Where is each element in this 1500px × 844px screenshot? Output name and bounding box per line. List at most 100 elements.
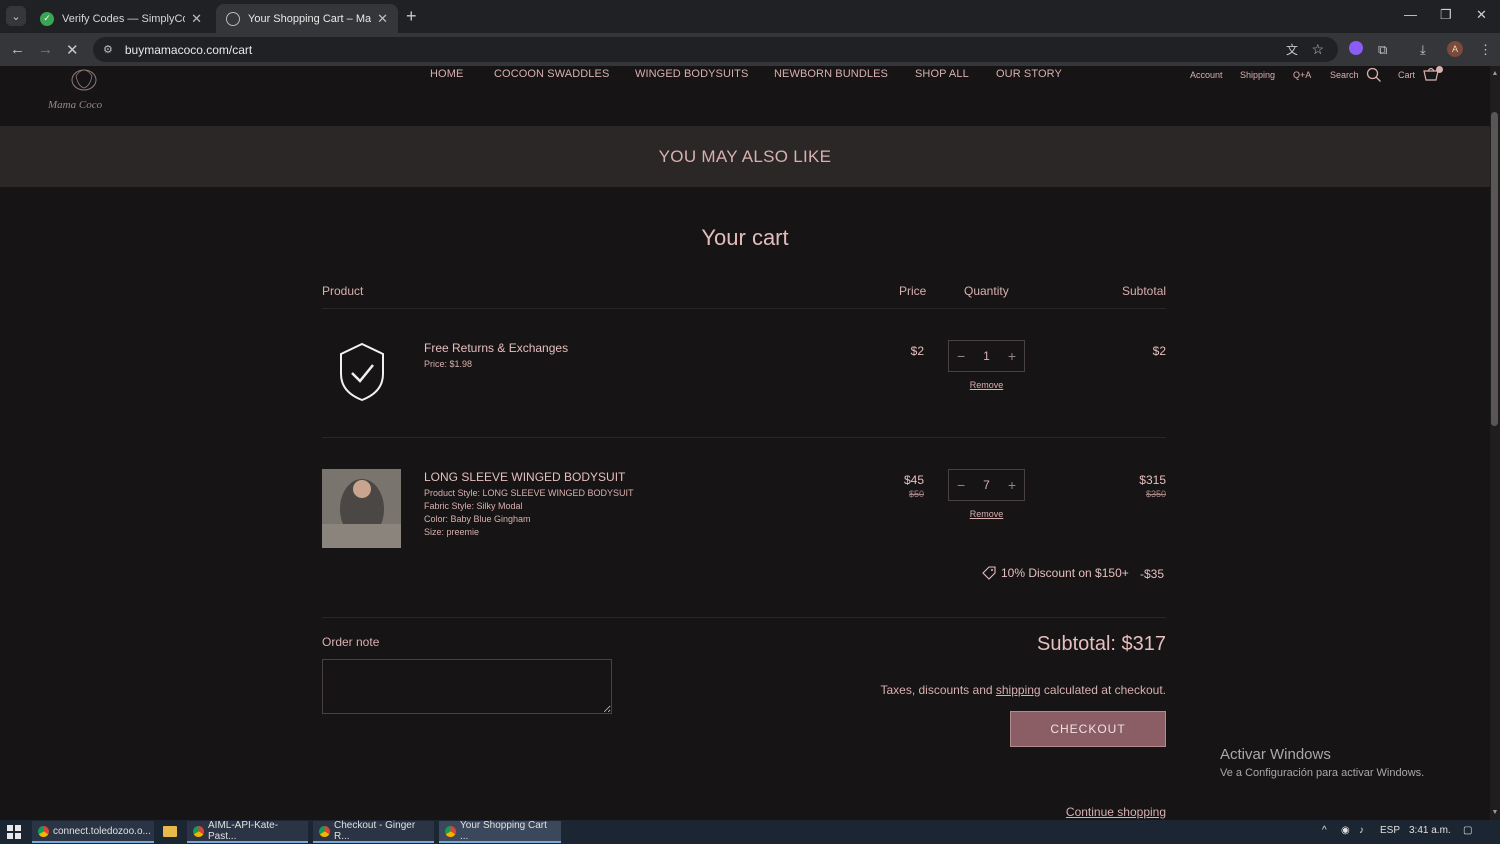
product-title[interactable]: Free Returns & Exchanges	[424, 341, 568, 355]
product-meta: Size: preemie	[424, 527, 480, 537]
close-icon[interactable]: ✕	[377, 11, 388, 27]
nav-home[interactable]: HOME	[430, 68, 463, 80]
minus-icon[interactable]: −	[957, 477, 965, 493]
forward-icon[interactable]: →	[38, 41, 53, 58]
search-icon[interactable]	[1366, 67, 1382, 83]
shipping-link[interactable]: Shipping	[1240, 70, 1275, 80]
remove-button[interactable]: Remove	[948, 509, 1025, 519]
taxes-suffix: calculated at checkout.	[1040, 683, 1166, 697]
download-icon[interactable]: ⤓	[1420, 42, 1426, 58]
minimize-icon[interactable]: —	[1404, 7, 1417, 22]
checkout-button[interactable]: CHECKOUT	[1010, 711, 1166, 747]
product-meta: Product Style: LONG SLEEVE WINGED BODYSU…	[424, 488, 634, 498]
divider	[322, 437, 1166, 438]
windows-start-icon[interactable]	[7, 825, 21, 839]
quantity-input[interactable]: 1	[983, 349, 990, 363]
header-product: Product	[322, 284, 364, 298]
tab-title: Your Shopping Cart – Mama Co	[248, 12, 372, 25]
browser-tab-bar: ⌄ ✓ Verify Codes — SimplyCodes ✕ Your Sh…	[0, 0, 1500, 33]
product-meta: Fabric Style: Silky Modal	[424, 501, 523, 511]
account-link[interactable]: Account	[1190, 70, 1223, 80]
taskbar-app[interactable]: Checkout - Ginger R...	[313, 820, 434, 843]
nav-newborn-bundles[interactable]: NEWBORN BUNDLES	[774, 68, 888, 80]
window-close-icon[interactable]: ✕	[1476, 7, 1487, 23]
nav-cocoon-swaddles[interactable]: COCOON SWADDLES	[494, 68, 609, 80]
shield-check-icon	[339, 342, 384, 401]
taskbar-app-label: connect.toledozoo.o...	[53, 825, 151, 837]
tab-shopping-cart[interactable]: Your Shopping Cart – Mama Co ✕	[216, 4, 398, 33]
profile-avatar[interactable]: A	[1447, 41, 1463, 57]
extension-icon[interactable]	[1349, 41, 1363, 55]
header-quantity: Quantity	[964, 284, 1009, 298]
logo-text: Mama Coco	[47, 99, 103, 111]
plus-icon[interactable]: +	[1008, 348, 1016, 364]
product-image[interactable]	[322, 469, 401, 548]
nav-our-story[interactable]: OUR STORY	[996, 68, 1062, 80]
site-logo[interactable]: Mama Coco	[44, 66, 130, 112]
volume-icon[interactable]: ♪	[1359, 825, 1364, 836]
notifications-icon[interactable]: ▢	[1463, 825, 1472, 836]
windows-activation-notice: Activar Windows Ve a Configuración para …	[1220, 746, 1424, 779]
globe-icon	[226, 11, 240, 26]
item-subtotal: $315	[1139, 473, 1166, 487]
discount-line: 10% Discount on $150+	[982, 566, 1129, 580]
site-settings-icon[interactable]: ⚙	[103, 43, 113, 56]
qa-link[interactable]: Q+A	[1293, 70, 1311, 80]
bookmark-star-icon[interactable]: ☆	[1311, 41, 1324, 58]
remove-button[interactable]: Remove	[948, 380, 1025, 390]
header-price: Price	[899, 284, 927, 298]
product-photo	[322, 469, 401, 548]
translate-icon[interactable]: 文	[1286, 41, 1298, 58]
menu-kebab-icon[interactable]: ⋮	[1479, 42, 1492, 58]
new-tab-button[interactable]: +	[406, 6, 417, 27]
divider	[322, 308, 1166, 309]
language-indicator[interactable]: ESP	[1380, 825, 1400, 836]
product-title[interactable]: LONG SLEEVE WINGED BODYSUIT	[424, 470, 625, 484]
tab-search-button[interactable]: ⌄	[6, 6, 26, 26]
order-note-field[interactable]	[322, 659, 612, 714]
you-may-also-like-banner[interactable]: YOU MAY ALSO LIKE	[0, 126, 1490, 187]
restore-icon[interactable]: ❐	[1440, 7, 1452, 23]
scroll-down-icon[interactable]: ▼	[1490, 809, 1500, 816]
cart-count-badge	[1436, 66, 1443, 73]
taskbar-app[interactable]: Your Shopping Cart ...	[439, 820, 561, 843]
item-price: $2	[910, 344, 924, 358]
taxes-prefix: Taxes, discounts and	[880, 683, 996, 697]
address-bar[interactable]: ⚙ buymamacoco.com/cart 文 ☆	[93, 37, 1338, 62]
search-link[interactable]: Search	[1330, 70, 1359, 80]
extensions-icon[interactable]: ⧉	[1378, 42, 1387, 58]
cart-subtotal: Subtotal: $317	[1037, 633, 1166, 655]
taskbar-app[interactable]: connect.toledozoo.o...	[32, 821, 154, 843]
shipping-policy-link[interactable]: shipping	[996, 683, 1041, 697]
quantity-stepper: − 7 +	[948, 469, 1025, 501]
quantity-input[interactable]: 7	[983, 478, 990, 492]
header-subtotal: Subtotal	[1122, 284, 1167, 298]
scroll-up-icon[interactable]: ▲	[1490, 70, 1500, 77]
chrome-icon	[38, 825, 49, 837]
taskbar-app[interactable]: AIML-API-Kate-Past...	[187, 820, 308, 843]
scrollbar-thumb[interactable]	[1491, 112, 1498, 426]
stop-loading-icon[interactable]: ✕	[66, 41, 79, 59]
product-image[interactable]	[322, 332, 401, 411]
back-icon[interactable]: ←	[10, 41, 25, 58]
item-price: $45	[903, 473, 924, 487]
nav-shop-all[interactable]: SHOP ALL	[915, 68, 969, 80]
minus-icon[interactable]: −	[957, 348, 965, 364]
cart-link[interactable]: Cart	[1398, 70, 1415, 80]
discount-amount: -$35	[1140, 567, 1165, 581]
file-explorer-icon[interactable]	[163, 826, 177, 837]
continue-shopping-link[interactable]: Continue shopping	[1066, 805, 1166, 819]
close-icon[interactable]: ✕	[191, 11, 202, 27]
network-icon[interactable]: ◉	[1341, 825, 1350, 836]
activation-subtitle: Ve a Configuración para activar Windows.	[1220, 767, 1425, 779]
tab-simplycodes[interactable]: ✓ Verify Codes — SimplyCodes ✕	[30, 4, 212, 33]
taskbar-app-label: AIML-API-Kate-Past...	[208, 820, 279, 842]
item-subtotal-original: $350	[1145, 489, 1166, 499]
clock[interactable]: 3:41 a.m.	[1409, 825, 1451, 836]
check-icon: ✓	[40, 11, 54, 26]
nav-winged-bodysuits[interactable]: WINGED BODYSUITS	[635, 68, 748, 80]
quantity-stepper: − 1 +	[948, 340, 1025, 372]
discount-label: 10% Discount on $150+	[1001, 566, 1129, 580]
tray-overflow-icon[interactable]: ^	[1322, 825, 1327, 836]
plus-icon[interactable]: +	[1008, 477, 1016, 493]
